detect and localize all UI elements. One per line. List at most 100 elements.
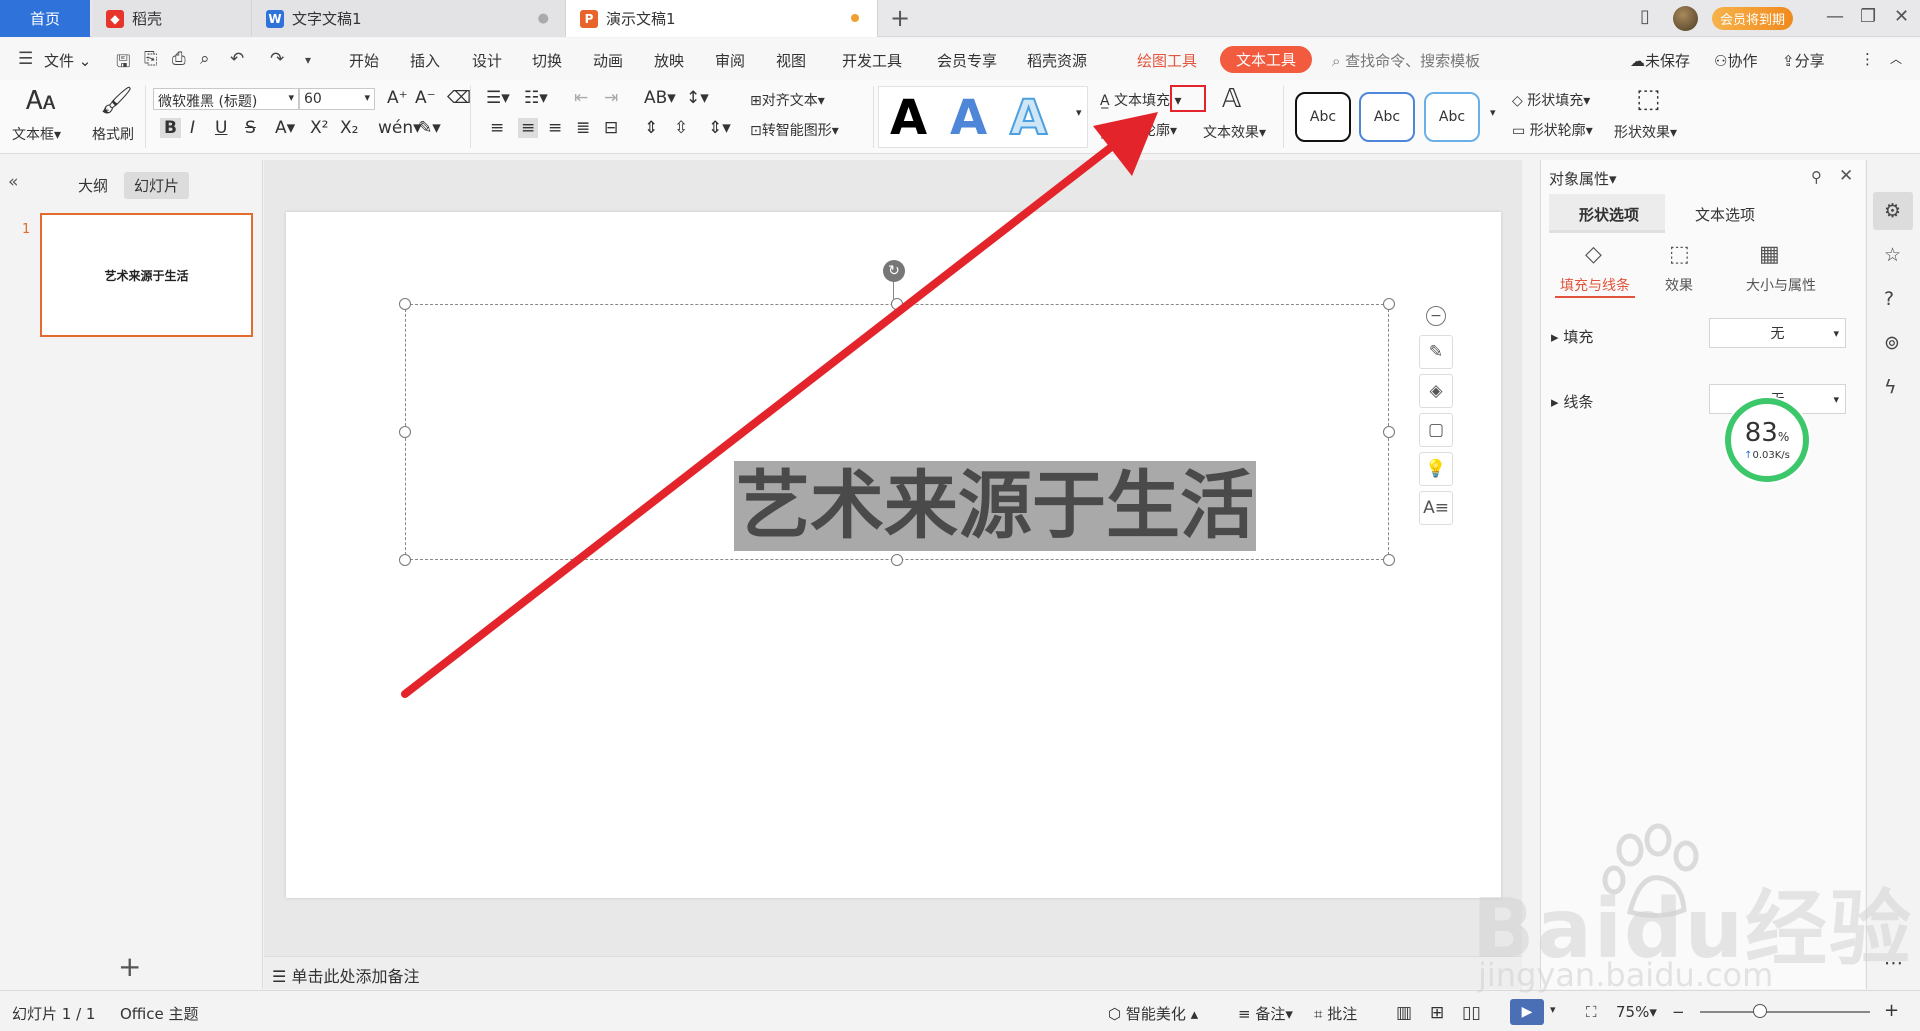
zoom-slider-track[interactable] [1700, 1011, 1870, 1013]
collaborate-button[interactable]: ⚇协作 [1714, 50, 1757, 71]
menu-view[interactable]: 视图 [776, 50, 806, 71]
font-color-icon[interactable]: A▾ [275, 118, 295, 138]
wordart-style-outline[interactable]: A [1009, 89, 1048, 147]
decrease-font-icon[interactable]: A⁻ [415, 88, 436, 108]
tab-text-options[interactable]: 文本选项 [1695, 204, 1755, 225]
sub-effect[interactable]: 效果 [1639, 275, 1719, 295]
menu-home[interactable]: 开始 [349, 50, 379, 71]
align-text-button[interactable]: ⊞对齐文本▾ [750, 90, 825, 110]
tab-writer-doc[interactable]: W 文字文稿1 ● [252, 0, 566, 37]
phonetic-icon[interactable]: wén▾ [378, 118, 422, 138]
restore-icon[interactable]: ❐ [1860, 6, 1876, 27]
text-layout-icon[interactable]: A≡ [1419, 491, 1453, 525]
resize-handle[interactable] [399, 554, 411, 566]
zoom-slider-handle[interactable] [1753, 1004, 1767, 1018]
menu-review[interactable]: 审阅 [715, 50, 745, 71]
underline-icon[interactable]: U [215, 118, 227, 138]
smart-shape-button[interactable]: ⊡转智能图形▾ [750, 120, 839, 140]
menu-design[interactable]: 设计 [472, 50, 502, 71]
layout-icon[interactable]: ▯ [1640, 6, 1650, 27]
rotate-handle-icon[interactable]: ↻ [883, 260, 905, 282]
paragraph-settings-icon[interactable]: ⇕▾ [708, 118, 731, 138]
align-center-icon[interactable]: ≡ [518, 118, 539, 138]
fill-bucket-icon[interactable]: ◈ [1419, 374, 1453, 408]
shape-style-black[interactable]: Abc [1295, 92, 1351, 142]
shape-style-lightblue[interactable]: Abc [1424, 92, 1480, 142]
smart-beautify-button[interactable]: ⬡ 智能美化 ▴ [1108, 1003, 1198, 1024]
line-section[interactable]: ▸ 线条 [1551, 391, 1593, 412]
text-effect-button[interactable]: 文本效果▾ [1203, 122, 1266, 142]
font-name-select[interactable]: 微软雅黑 (标题) ▾ [153, 88, 299, 110]
bullet-list-icon[interactable]: ☰▾ [486, 88, 510, 108]
menu-drawing-tool[interactable]: 绘图工具 [1137, 50, 1197, 71]
numbered-list-icon[interactable]: ☷▾ [524, 88, 548, 108]
line-spacing-icon[interactable]: ⇕ [644, 118, 658, 138]
resize-handle[interactable] [1383, 298, 1395, 310]
zoom-in-icon[interactable]: + [1884, 1000, 1899, 1021]
title-textbox[interactable]: ↻ 艺术来源于生活 [399, 260, 1395, 566]
notes-area[interactable]: ☰ 单击此处添加备注 [264, 956, 1522, 989]
fill-section[interactable]: ▸ 填充 [1551, 326, 1593, 347]
wordart-style-black[interactable]: A [890, 90, 927, 146]
resize-handle[interactable] [399, 426, 411, 438]
tab-shape-options[interactable]: 形状选项 [1579, 204, 1639, 225]
slide-title-text[interactable]: 艺术来源于生活 [734, 461, 1256, 551]
menu-file[interactable]: 文件 ⌄ [44, 50, 91, 71]
slide[interactable]: ↻ 艺术来源于生活 − ✎ ◈ ▢ 💡 A≡ [286, 212, 1501, 898]
clear-format-icon[interactable]: ⌫ [447, 88, 471, 108]
text-direction-icon[interactable]: AB▾ [644, 88, 676, 108]
shape-outline-button[interactable]: ▭ 形状轮廓▾ [1512, 120, 1593, 140]
export-pdf-icon[interactable]: ⎘ [144, 49, 158, 69]
pin-icon[interactable]: ⚲ [1811, 168, 1822, 186]
menu-member[interactable]: 会员专享 [937, 50, 997, 71]
avatar[interactable] [1673, 6, 1698, 31]
textbox-icon[interactable]: 🗛 [26, 86, 55, 117]
smart-bulb-icon[interactable]: 💡 [1419, 452, 1453, 486]
reading-view-icon[interactable]: ▯▯ [1462, 1003, 1481, 1023]
bold-icon[interactable]: B [160, 118, 181, 138]
tab-home[interactable]: 首页 [0, 0, 90, 37]
menu-transition[interactable]: 切换 [532, 50, 562, 71]
undo-icon[interactable]: ↶ [230, 49, 244, 69]
distribute-icon[interactable]: ⊟ [604, 118, 618, 138]
tab-outline[interactable]: 大纲 [68, 172, 118, 199]
print-preview-icon[interactable]: ⌕ [200, 49, 210, 69]
style-brush-icon[interactable]: ✎ [1419, 335, 1453, 369]
sub-fill-line[interactable]: 填充与线条 [1555, 275, 1635, 295]
menu-daoke-resources[interactable]: 稻壳资源 [1027, 50, 1087, 71]
strikethrough-icon[interactable]: S [245, 118, 256, 138]
increase-indent-icon[interactable]: ⇥ [604, 88, 618, 108]
wordart-more-icon[interactable]: ▾ [1076, 106, 1082, 119]
outline-frame-icon[interactable]: ▢ [1419, 413, 1453, 447]
normal-view-icon[interactable]: ▥ [1396, 1003, 1412, 1023]
align-right-icon[interactable]: ≡ [548, 118, 562, 138]
fill-select[interactable]: 无 ▾ [1709, 318, 1846, 348]
decrease-indent-icon[interactable]: ⇤ [574, 88, 588, 108]
text-outline-button[interactable]: A̲ 文本轮廓▾ [1100, 120, 1177, 140]
text-effect-icon[interactable]: 𝔸 [1222, 84, 1241, 114]
unsaved-button[interactable]: ☁未保存 [1630, 50, 1690, 71]
new-tab-plus-icon[interactable]: + [890, 4, 910, 32]
help-icon[interactable]: ? [1884, 288, 1894, 310]
slide-thumbnail[interactable]: 艺术来源于生活 [40, 213, 253, 337]
increase-font-icon[interactable]: A⁺ [387, 88, 408, 108]
menu-slideshow[interactable]: 放映 [654, 50, 684, 71]
menu-text-tool[interactable]: 文本工具 [1220, 46, 1313, 73]
panel-title[interactable]: 对象属性▾ [1549, 168, 1617, 189]
tab-close-icon[interactable]: ● [538, 11, 549, 26]
format-painter-button[interactable]: 格式刷 [92, 124, 134, 144]
resize-handle[interactable] [1383, 554, 1395, 566]
shape-fill-button[interactable]: ◇ 形状填充▾ [1512, 90, 1590, 110]
collapse-ribbon-icon[interactable]: ︿ [1890, 50, 1902, 67]
zoom-select[interactable]: 75%▾ [1616, 1003, 1657, 1021]
menu-animation[interactable]: 动画 [593, 50, 623, 71]
sorter-view-icon[interactable]: ⊞ [1430, 1003, 1444, 1023]
share-button[interactable]: ⇪分享 [1782, 50, 1825, 71]
hamburger-icon[interactable]: ☰ [18, 49, 33, 69]
effect-icon[interactable]: ⬚ [1669, 242, 1690, 267]
minimize-icon[interactable]: — [1826, 6, 1844, 27]
resize-handle[interactable] [891, 554, 903, 566]
network-speed-widget[interactable]: 83% ↑0.03K/s [1725, 398, 1809, 482]
zoom-out-icon[interactable]: − [1672, 1003, 1685, 1021]
vip-badge[interactable]: 会员将到期 [1712, 7, 1794, 30]
